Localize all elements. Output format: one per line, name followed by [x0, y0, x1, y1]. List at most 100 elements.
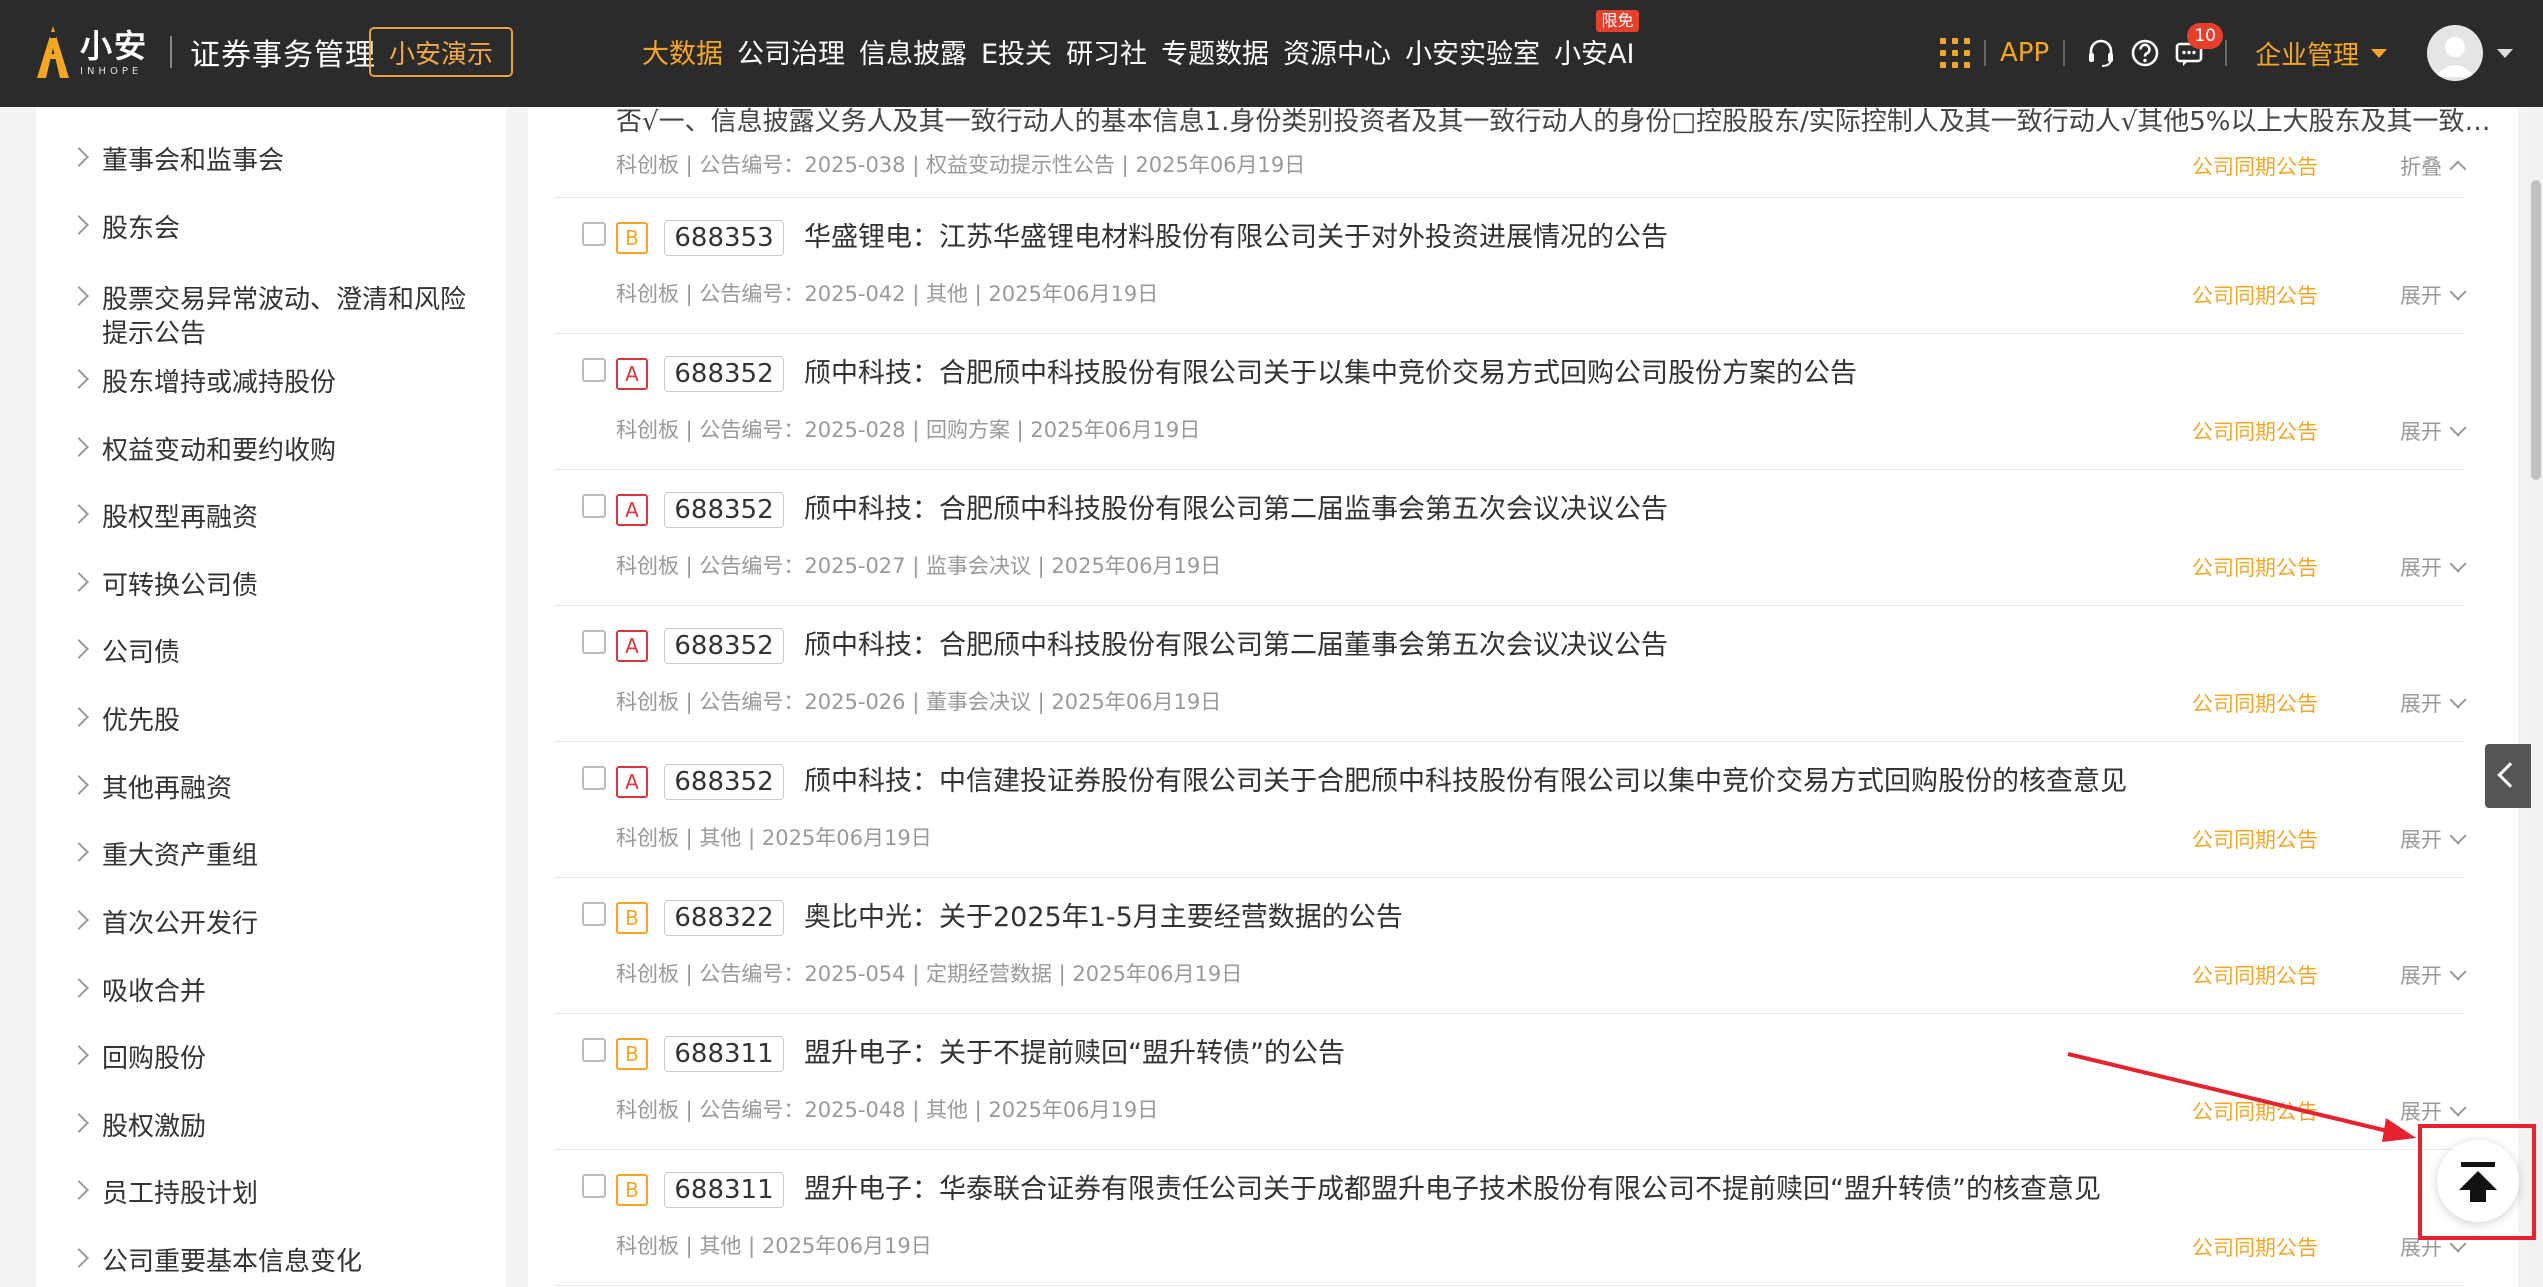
announcement-title[interactable]: 华盛锂电：江苏华盛锂电材料股份有限公司关于对外投资进展情况的公告 — [804, 220, 1668, 256]
peer-announcements-link[interactable]: 公司同期公告 — [2192, 688, 2318, 718]
announcement-title[interactable]: 颀中科技：合肥颀中科技股份有限公司第二届监事会第五次会议决议公告 — [804, 492, 1668, 528]
panel-toggle-tab[interactable] — [2485, 744, 2531, 808]
row-checkbox[interactable] — [582, 222, 606, 246]
stock-code[interactable]: 688322 — [664, 900, 784, 936]
sidebar-item-label: 股票交易异常波动、澄清和风险提示公告 — [102, 285, 467, 349]
top-bar: 小安 INHOPE 证券事务管理 小安演示 大数据 公司治理 信息披露 E投关 研习社专… — [0, 0, 2543, 107]
sidebar-item-label: 董事会和监事会 — [102, 146, 285, 176]
sidebar-item[interactable]: 股权型再融资 — [69, 501, 472, 535]
sidebar-item[interactable]: 股东增持或减持股份 — [69, 366, 472, 400]
stock-code[interactable]: 688311 — [664, 1172, 784, 1208]
sidebar-item-label: 其他再融资 — [102, 774, 233, 804]
chevron-right-icon — [69, 572, 89, 592]
message-count-badge: 10 — [2187, 23, 2224, 49]
enterprise-menu-label: 企业管理 — [2255, 40, 2360, 71]
peer-announcements-link[interactable]: 公司同期公告 — [2192, 280, 2318, 310]
nav-item-4[interactable]: 研习社 — [1066, 32, 1147, 71]
announcement-title[interactable]: 颀中科技：合肥颀中科技股份有限公司第二届董事会第五次会议决议公告 — [804, 628, 1668, 664]
sidebar-item[interactable]: 优先股 — [69, 704, 472, 738]
nav-item-label: 公司治理 — [737, 39, 845, 70]
nav-item-2[interactable]: 信息披露 — [859, 32, 967, 71]
announcement-title[interactable]: 奥比中光：关于2025年1-5月主要经营数据的公告 — [804, 900, 1403, 936]
sidebar-item[interactable]: 公司债 — [69, 636, 472, 670]
expand-toggle[interactable]: 展开 — [2400, 280, 2467, 310]
announcement-title[interactable]: 颀中科技：合肥颀中科技股份有限公司关于以集中竞价交易方式回购公司股份方案的公告 — [804, 356, 1857, 392]
sidebar-item-label: 股东会 — [102, 214, 181, 244]
stock-code[interactable]: 688352 — [664, 628, 784, 664]
app-link[interactable]: APP — [2000, 38, 2049, 68]
nav-item-5[interactable]: 专题数据 — [1161, 32, 1269, 71]
row-checkbox[interactable] — [582, 1174, 606, 1198]
stock-code[interactable]: 688352 — [664, 492, 784, 528]
row-checkbox[interactable] — [582, 902, 606, 926]
sidebar-item[interactable]: 重大资产重组 — [69, 839, 472, 873]
announcement-title[interactable]: 盟升电子：华泰联合证券有限责任公司关于成都盟升电子技术股份有限公司不提前赎回“盟… — [804, 1172, 2101, 1208]
apps-grid-icon[interactable] — [1940, 38, 1970, 68]
free-badge: 限免 — [1596, 10, 1639, 32]
expand-toggle[interactable]: 展开 — [2400, 552, 2467, 582]
nav-item-3[interactable]: E投关 — [981, 32, 1052, 71]
logo[interactable]: 小安 INHOPE 证券事务管理 — [36, 22, 376, 82]
scrollbar-thumb[interactable] — [2531, 180, 2541, 480]
chevron-down-icon — [2449, 963, 2467, 981]
peer-announcements-link[interactable]: 公司同期公告 — [2192, 1232, 2318, 1262]
caret-down-icon[interactable] — [2497, 48, 2514, 58]
expand-toggle[interactable]: 展开 — [2400, 960, 2467, 990]
sidebar-item[interactable]: 可转换公司债 — [69, 569, 472, 603]
message-icon[interactable]: 10 — [2173, 23, 2224, 69]
expand-label: 展开 — [2400, 828, 2442, 852]
row-checkbox[interactable] — [582, 630, 606, 654]
sidebar-item-label: 公司重要基本信息变化 — [102, 1247, 363, 1277]
nav-item-8[interactable]: 小安AI 限免 — [1554, 10, 1639, 71]
nav-item-7[interactable]: 小安实验室 — [1405, 32, 1540, 71]
peer-announcements-link[interactable]: 公司同期公告 — [2192, 824, 2318, 854]
stock-code[interactable]: 688311 — [664, 1036, 784, 1072]
sidebar-item[interactable]: 股权激励 — [69, 1110, 472, 1144]
enterprise-menu[interactable]: 企业管理 — [2255, 35, 2388, 72]
row-checkbox[interactable] — [582, 1038, 606, 1062]
row-checkbox[interactable] — [582, 494, 606, 518]
sidebar-item-label: 可转换公司债 — [102, 571, 259, 601]
avatar[interactable] — [2427, 25, 2484, 81]
peer-announcements-link[interactable]: 公司同期公告 — [2192, 960, 2318, 990]
sidebar-item[interactable]: 其他再融资 — [69, 772, 472, 806]
stock-code[interactable]: 688352 — [664, 764, 784, 800]
chevron-right-icon — [69, 1248, 89, 1268]
expand-toggle[interactable]: 展开 — [2400, 688, 2467, 718]
announcement-title[interactable]: 颀中科技：中信建投证券股份有限公司关于合肥颀中科技股份有限公司以集中竞价交易方式… — [804, 764, 2127, 800]
sidebar-item[interactable]: 权益变动和要约收购 — [69, 434, 472, 468]
row-checkbox[interactable] — [582, 358, 606, 382]
peer-announcements-link[interactable]: 公司同期公告 — [2192, 416, 2318, 446]
sidebar-item-label: 股权激励 — [102, 1112, 207, 1142]
stock-code[interactable]: 688353 — [664, 220, 784, 256]
help-icon[interactable] — [2129, 37, 2161, 69]
collapse-toggle[interactable]: 折叠 — [2400, 151, 2467, 181]
chevron-down-icon — [2449, 691, 2467, 709]
sidebar-item[interactable]: 回购股份 — [69, 1042, 472, 1076]
stock-code[interactable]: 688352 — [664, 356, 784, 392]
arrow-up-to-top-icon — [2459, 1162, 2497, 1202]
sidebar-item[interactable]: 董事会和监事会 — [69, 144, 472, 178]
nav-item-0[interactable]: 大数据 — [642, 32, 723, 71]
demo-button[interactable]: 小安演示 — [369, 27, 513, 77]
expand-toggle[interactable]: 展开 — [2400, 416, 2467, 446]
headset-icon[interactable] — [2085, 37, 2117, 69]
sidebar-item[interactable]: 股东会 — [69, 212, 472, 246]
rating-badge: B — [616, 1174, 648, 1206]
announcement-title[interactable]: 盟升电子：关于不提前赎回“盟升转债”的公告 — [804, 1036, 1345, 1072]
sidebar-item[interactable]: 股票交易异常波动、澄清和风险提示公告 — [69, 283, 472, 351]
peer-announcements-link[interactable]: 公司同期公告 — [2192, 151, 2318, 181]
nav-item-1[interactable]: 公司治理 — [737, 32, 845, 71]
sidebar-item[interactable]: 员工持股计划 — [69, 1177, 472, 1211]
nav-item-6[interactable]: 资源中心 — [1283, 32, 1391, 71]
expand-toggle[interactable]: 展开 — [2400, 824, 2467, 854]
sidebar-item[interactable]: 吸收合并 — [69, 975, 472, 1009]
announcement-meta: 科创板 | 公告编号：2025-026 | 董事会决议 | 2025年06月19… — [616, 690, 1222, 714]
sidebar-item[interactable]: 公司重要基本信息变化 — [69, 1245, 472, 1279]
peer-announcements-link[interactable]: 公司同期公告 — [2192, 552, 2318, 582]
expand-label: 展开 — [2400, 964, 2442, 988]
row-checkbox[interactable] — [582, 766, 606, 790]
sidebar-item[interactable]: 首次公开发行 — [69, 907, 472, 941]
rating-badge: B — [616, 222, 648, 254]
back-to-top-button[interactable] — [2437, 1140, 2519, 1222]
